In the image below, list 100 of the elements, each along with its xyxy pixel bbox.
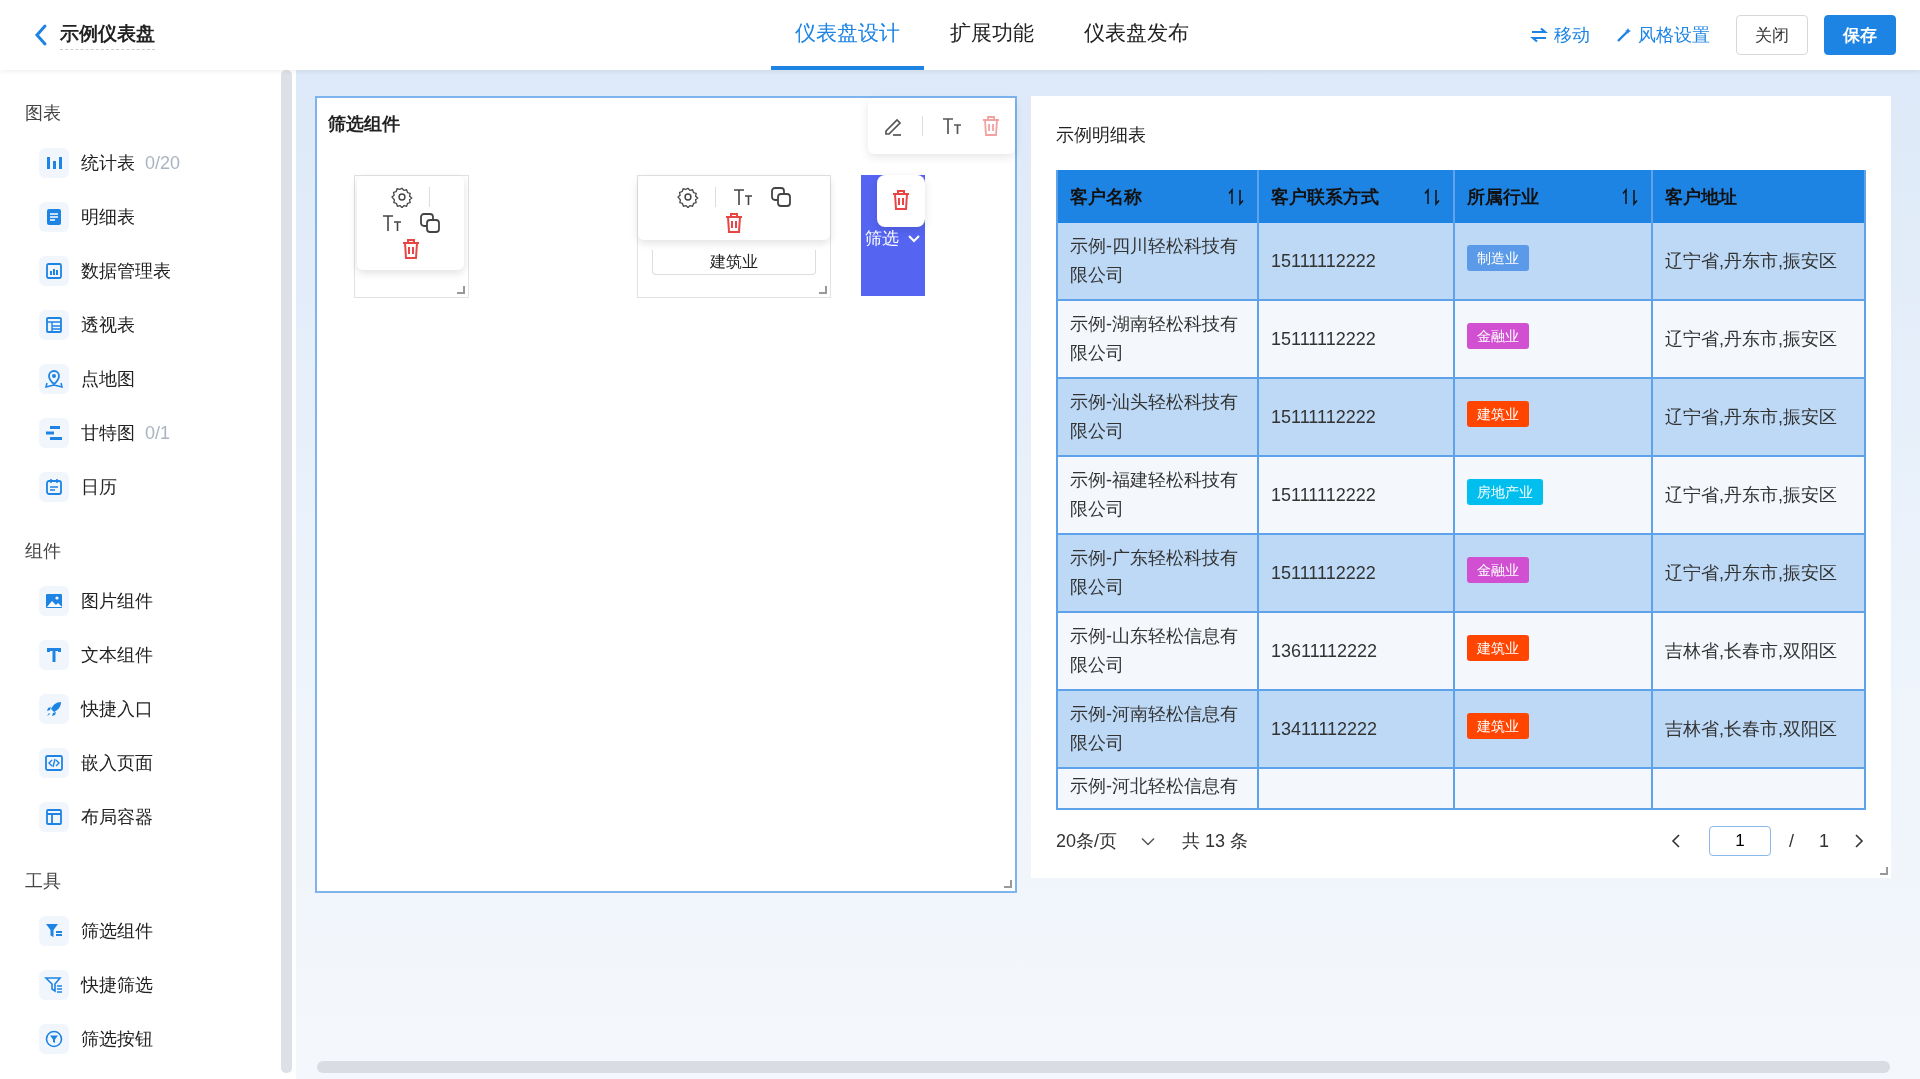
sidebar-item[interactable]: 布局容器 <box>25 790 281 844</box>
table-cell: 15111112222 <box>1258 223 1454 300</box>
font-size-icon[interactable] <box>731 187 754 207</box>
sidebar-item[interactable]: 快捷入口 <box>25 682 281 736</box>
industry-tag: 建筑业 <box>1467 712 1529 739</box>
gantt-icon <box>44 423 64 443</box>
scrollbar[interactable] <box>281 70 292 1073</box>
table-icon <box>44 315 64 335</box>
tab[interactable]: 扩展功能 <box>926 0 1058 70</box>
sort-icon[interactable] <box>1227 187 1245 206</box>
copy-icon[interactable] <box>769 186 792 208</box>
sidebar-item[interactable]: 嵌入页面 <box>25 736 281 790</box>
scrollbar[interactable] <box>317 1061 1890 1073</box>
table-cell: 吉林省,长春市,双阳区 <box>1652 690 1864 768</box>
chevron-down-icon <box>907 233 921 244</box>
industry-tag: 房地产业 <box>1467 478 1543 505</box>
table-cell: 辽宁省,丹东市,振安区 <box>1652 378 1864 456</box>
copy-icon[interactable] <box>418 212 441 234</box>
image-icon <box>44 591 64 611</box>
table-cell: 15111112222 <box>1258 534 1454 612</box>
section-title: 组件 <box>25 540 62 563</box>
sidebar-item[interactable]: 文本组件 <box>25 628 281 682</box>
font-size-icon[interactable] <box>941 116 963 136</box>
filter-widget[interactable]: 建筑业 <box>637 175 831 298</box>
back-icon[interactable] <box>34 23 48 47</box>
filter-widget[interactable] <box>354 175 469 298</box>
sidebar-item[interactable]: 筛选组件 <box>25 904 281 958</box>
page-separator: / <box>1788 830 1794 852</box>
header-link[interactable]: 移动 <box>1530 23 1590 47</box>
delete-icon[interactable] <box>891 189 911 211</box>
sidebar-item[interactable]: 快捷筛选 <box>25 958 281 1012</box>
sort-icon[interactable] <box>1621 187 1639 206</box>
text-icon <box>44 645 64 665</box>
column-header[interactable]: 所属行业 <box>1454 170 1652 223</box>
table-cell: 示例-汕头轻松科技有限公司 <box>1058 378 1258 456</box>
table-cell: 15111112222 <box>1258 456 1454 534</box>
sidebar-item[interactable]: 日历 <box>25 460 281 514</box>
panel-title: 筛选组件 <box>328 113 400 136</box>
magic-wand-icon <box>1616 27 1632 43</box>
sidebar-item[interactable]: 明细表 <box>25 190 281 244</box>
column-header[interactable]: 客户地址 <box>1652 170 1864 223</box>
table-cell: 辽宁省,丹东市,振安区 <box>1652 223 1864 300</box>
table-cell: 辽宁省,丹东市,振安区 <box>1652 300 1864 378</box>
sort-icon[interactable] <box>1423 187 1441 206</box>
code-icon <box>44 753 64 773</box>
table-cell: 辽宁省,丹东市,振安区 <box>1652 534 1864 612</box>
table-cell: 示例-河南轻松信息有限公司 <box>1058 690 1258 768</box>
column-header[interactable]: 客户名称 <box>1058 170 1258 223</box>
sidebar-item[interactable]: 甘特图 0/1 <box>25 406 281 460</box>
filter-circle-icon <box>44 1029 64 1049</box>
total-count: 共 13 条 <box>1182 830 1249 853</box>
header-link[interactable]: 风格设置 <box>1616 23 1710 47</box>
calendar-icon <box>44 477 64 497</box>
sidebar-item[interactable]: 透视表 <box>25 298 281 352</box>
funnel-icon <box>44 975 64 995</box>
section-title: 图表 <box>25 102 62 125</box>
swap-icon <box>1530 27 1548 43</box>
sidebar-item[interactable]: 点地图 <box>25 352 281 406</box>
table-cell: 示例-河北轻松信息有 <box>1058 768 1258 808</box>
previous-page-icon[interactable] <box>1670 833 1681 849</box>
delete-icon[interactable] <box>400 238 421 260</box>
usage-count: 0/20 <box>145 152 181 174</box>
page-input[interactable]: 1 <box>1708 826 1771 856</box>
select-field[interactable]: 建筑业 <box>652 250 816 275</box>
table-cell: 示例-四川轻松科技有限公司 <box>1058 223 1258 300</box>
filter-button[interactable]: 筛选 <box>861 175 925 296</box>
chevron-down-icon <box>1141 836 1156 846</box>
industry-tag: 建筑业 <box>1467 634 1529 661</box>
sidebar-item[interactable]: 图片组件 <box>25 574 281 628</box>
table-cell: 13411112222 <box>1258 690 1454 768</box>
column-header[interactable]: 客户联系方式 <box>1258 170 1454 223</box>
industry-tag: 建筑业 <box>1467 400 1529 427</box>
header-button[interactable]: 保存 <box>1824 15 1896 55</box>
page-count: 1 <box>1819 830 1829 852</box>
section-title: 工具 <box>25 870 62 893</box>
tab[interactable]: 仪表盘发布 <box>1060 0 1213 70</box>
layout-icon <box>44 807 64 827</box>
next-page-icon[interactable] <box>1854 833 1864 849</box>
sidebar-item[interactable]: 统计表 0/20 <box>25 136 281 190</box>
font-size-icon[interactable] <box>380 213 403 233</box>
sidebar-item[interactable]: 筛选按钮 <box>25 1012 281 1066</box>
table-cell: 吉林省,长春市,双阳区 <box>1652 612 1864 690</box>
table-cell: 示例-福建轻松科技有限公司 <box>1058 456 1258 534</box>
map-pin-icon <box>44 369 64 389</box>
rocket-icon <box>44 699 64 719</box>
table-title: 示例明细表 <box>1056 124 1147 147</box>
chart-box-icon <box>44 261 64 281</box>
header-button[interactable]: 关闭 <box>1736 15 1808 55</box>
table-cell: 示例-湖南轻松科技有限公司 <box>1058 300 1258 378</box>
sidebar-item[interactable]: 数据管理表 <box>25 244 281 298</box>
industry-tag: 制造业 <box>1467 244 1529 271</box>
settings-icon[interactable] <box>676 186 699 208</box>
usage-count: 0/1 <box>145 422 171 444</box>
settings-icon[interactable] <box>391 186 413 208</box>
delete-icon[interactable] <box>724 212 744 234</box>
industry-tag: 金融业 <box>1467 322 1529 349</box>
table-cell: 15111112222 <box>1258 300 1454 378</box>
list-icon <box>44 207 64 227</box>
industry-tag: 金融业 <box>1467 556 1529 583</box>
page-size-select[interactable]: 20条/页 <box>1056 829 1158 853</box>
